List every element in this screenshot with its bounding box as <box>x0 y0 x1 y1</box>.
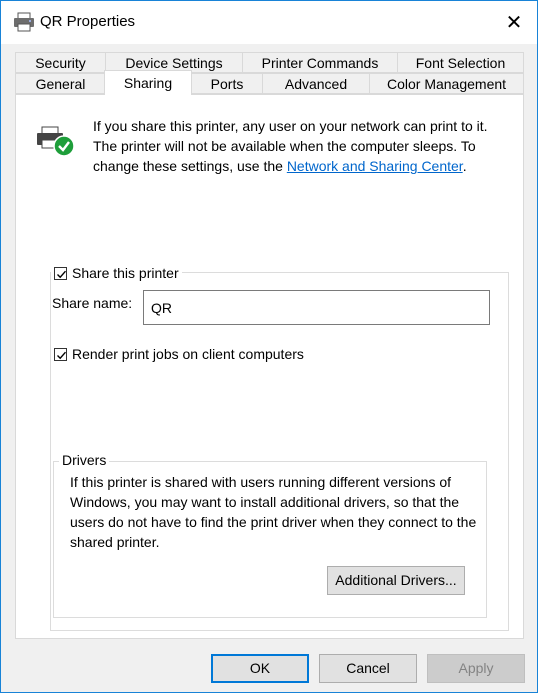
network-sharing-center-link[interactable]: Network and Sharing Center <box>287 158 463 174</box>
tab-advanced[interactable]: Advanced <box>262 73 370 94</box>
apply-button[interactable]: Apply <box>427 654 525 683</box>
tab-ports[interactable]: Ports <box>191 73 263 94</box>
share-name-input[interactable] <box>143 290 490 325</box>
ok-button[interactable]: OK <box>211 654 309 683</box>
tab-font-selection[interactable]: Font Selection <box>397 52 524 73</box>
sharing-panel: If you share this printer, any user on y… <box>15 94 524 639</box>
tab-security[interactable]: Security <box>15 52 106 73</box>
printer-icon <box>13 12 35 32</box>
window-title: QR Properties <box>40 13 136 30</box>
close-button[interactable]: ✕ <box>491 1 537 44</box>
info-text-suffix: . <box>462 158 467 174</box>
drivers-legend: Drivers <box>59 452 110 468</box>
share-printer-label: Share this printer <box>72 265 179 281</box>
shared-printer-icon <box>36 125 76 157</box>
drivers-description: If this printer is shared with users run… <box>70 474 477 550</box>
cancel-button[interactable]: Cancel <box>319 654 417 683</box>
share-printer-row[interactable]: Share this printer <box>51 265 182 281</box>
properties-dialog: QR Properties ✕ Security Device Settings… <box>0 0 538 693</box>
share-printer-checkbox[interactable] <box>54 266 67 280</box>
sharing-info-text: If you share this printer, any user on y… <box>93 116 513 176</box>
tab-general[interactable]: General <box>15 73 106 94</box>
share-name-label: Share name: <box>52 295 133 311</box>
tab-printer-commands[interactable]: Printer Commands <box>242 52 398 73</box>
title-bar[interactable]: QR Properties ✕ <box>1 1 537 44</box>
render-jobs-checkbox[interactable] <box>54 347 67 361</box>
render-jobs-row[interactable]: Render print jobs on client computers <box>54 346 304 362</box>
tab-sharing[interactable]: Sharing <box>104 70 192 95</box>
tab-color-management[interactable]: Color Management <box>369 73 524 94</box>
additional-drivers-button[interactable]: Additional Drivers... <box>327 566 465 595</box>
render-jobs-label: Render print jobs on client computers <box>72 346 304 362</box>
